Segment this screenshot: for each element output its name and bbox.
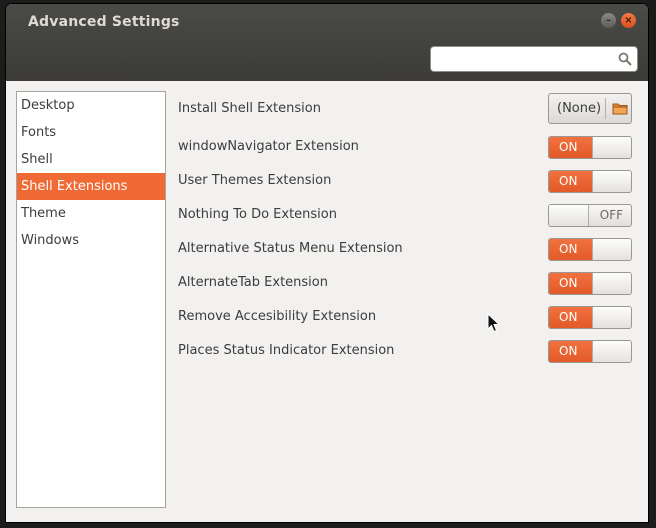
extension-row: Remove Accesibility Extension ON [178,304,640,332]
sidebar-item-windows[interactable]: Windows [17,227,165,254]
toggle-state-label: ON [549,171,592,192]
title-bar: Advanced Settings – × [6,4,648,81]
extension-row: User Themes Extension ON [178,168,640,196]
toggle-thumb[interactable] [592,307,631,328]
advanced-settings-window: Advanced Settings – × Desktop Fonts Shel… [6,4,648,522]
sidebar-item-shell-extensions[interactable]: Shell Extensions [17,173,165,200]
extension-toggle[interactable]: OFF [548,204,632,227]
extension-toggle[interactable]: ON [548,272,632,295]
sidebar-item-label: Windows [21,233,80,248]
search-input[interactable] [435,50,615,70]
sidebar-item-label: Fonts [21,125,57,140]
sidebar-item-theme[interactable]: Theme [17,200,165,227]
category-sidebar: Desktop Fonts Shell Shell Extensions The… [16,91,166,508]
search-icon[interactable] [618,52,632,66]
extension-row: Places Status Indicator Extension ON [178,338,640,366]
toggle-thumb[interactable] [592,137,631,158]
extension-label: User Themes Extension [178,173,332,188]
window-title: Advanced Settings [28,14,180,30]
toggle-thumb[interactable] [592,273,631,294]
close-icon[interactable]: × [621,13,636,28]
extension-row: Alternative Status Menu Extension ON [178,236,640,264]
sidebar-item-label: Shell [21,152,53,167]
search-box[interactable] [430,46,638,72]
sidebar-item-label: Shell Extensions [21,179,128,194]
extension-toggle[interactable]: ON [548,170,632,193]
toggle-state-label: ON [549,341,592,362]
extension-row: windowNavigator Extension ON [178,134,640,162]
extension-label: Places Status Indicator Extension [178,343,395,358]
extension-toggle[interactable]: ON [548,136,632,159]
minimize-icon[interactable]: – [601,13,616,28]
extension-label: Remove Accesibility Extension [178,309,377,324]
toggle-state-label: ON [549,137,592,158]
extension-row: AlternateTab Extension ON [178,270,640,298]
extension-toggle[interactable]: ON [548,306,632,329]
file-chooser-value: (None) [557,101,602,116]
folder-icon [612,103,628,115]
extension-label: windowNavigator Extension [178,139,359,154]
toggle-state-label: ON [549,307,592,328]
toggle-state-label: OFF [599,208,623,222]
install-extension-file-button[interactable]: (None) [548,93,632,124]
sidebar-item-desktop[interactable]: Desktop [17,92,165,119]
sidebar-item-shell[interactable]: Shell [17,146,165,173]
extension-label: Nothing To Do Extension [178,207,337,222]
toggle-thumb[interactable] [592,239,631,260]
button-separator [605,98,606,119]
sidebar-item-fonts[interactable]: Fonts [17,119,165,146]
extension-toggle[interactable]: ON [548,238,632,261]
extension-toggle[interactable]: ON [548,340,632,363]
toggle-thumb[interactable] [549,205,589,226]
toggle-thumb[interactable] [592,341,631,362]
install-extension-row: Install Shell Extension (None) [178,93,640,124]
install-extension-label: Install Shell Extension [178,101,321,116]
extension-row: Nothing To Do Extension OFF [178,202,640,230]
extension-label: AlternateTab Extension [178,275,328,290]
sidebar-item-label: Desktop [21,98,75,113]
toggle-state-label: ON [549,239,592,260]
toggle-thumb[interactable] [592,171,631,192]
mouse-cursor-icon [487,313,501,333]
extension-label: Alternative Status Menu Extension [178,241,403,256]
toggle-state-label: ON [549,273,592,294]
sidebar-item-label: Theme [21,206,66,221]
